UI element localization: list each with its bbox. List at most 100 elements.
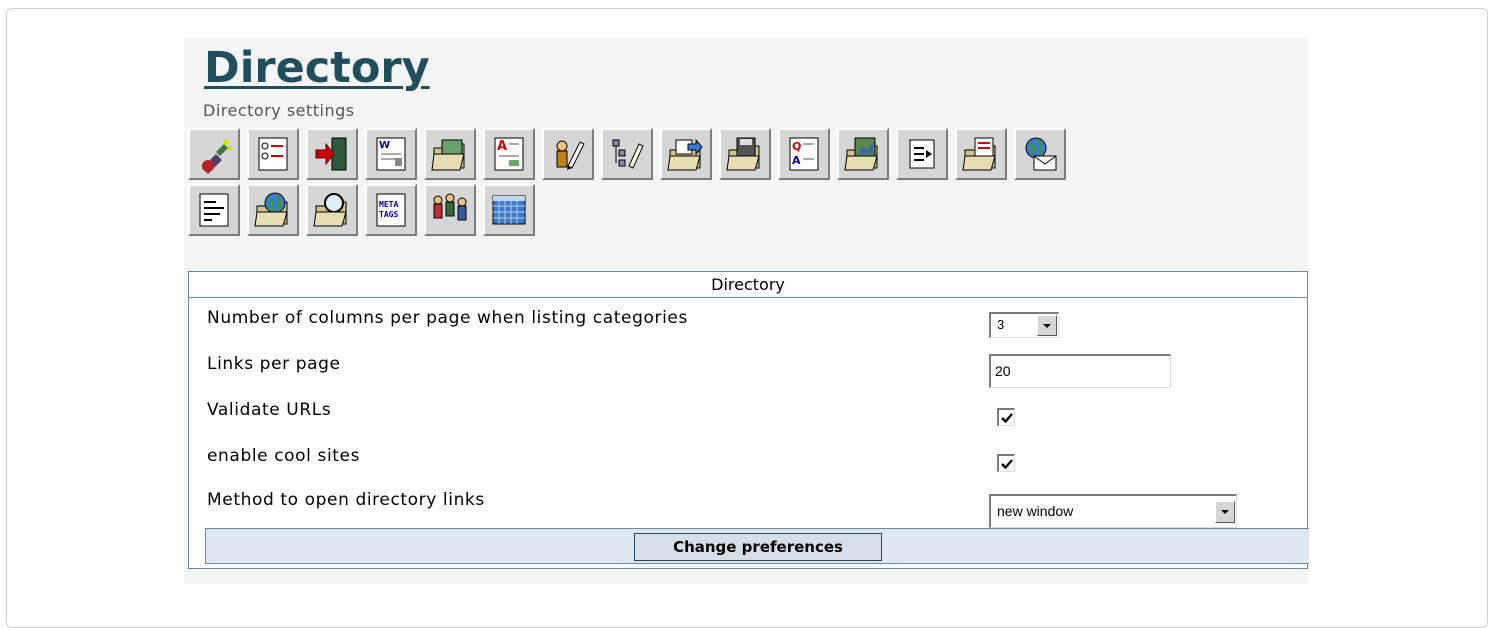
toolbar-button-gallery-folder[interactable] xyxy=(833,126,892,182)
word-document-icon: W xyxy=(364,128,417,180)
toolbar-button-document-folder[interactable] xyxy=(951,126,1010,182)
toolbar-button-folder-export[interactable] xyxy=(656,126,715,182)
login-door-icon xyxy=(305,128,358,180)
gallery-folder-icon-glyph xyxy=(843,137,878,171)
toolbar-button-faq-document[interactable]: QA xyxy=(774,126,833,182)
globe-folder-icon-glyph xyxy=(253,192,288,227)
svg-text:A: A xyxy=(497,139,507,154)
toolbar-button-article-document[interactable]: A xyxy=(479,126,538,182)
admin-wand-icon xyxy=(187,128,240,180)
faq-document-icon-glyph: QA xyxy=(789,137,818,171)
checkmark-icon xyxy=(1000,458,1013,469)
setting-label: enable cool sites xyxy=(207,446,361,466)
cool-sites-checkbox[interactable] xyxy=(997,454,1015,472)
toolbar-button-login-door[interactable] xyxy=(302,126,361,182)
table-header: Directory xyxy=(189,272,1307,298)
setting-label: Links per page xyxy=(207,354,341,374)
document-folder-icon-glyph xyxy=(961,137,996,171)
checkmark-icon xyxy=(1000,412,1013,423)
admin-wand-icon-glyph xyxy=(201,139,232,174)
page-title[interactable]: Directory xyxy=(204,42,430,94)
faq-document-icon: QA xyxy=(777,128,830,180)
setting-label: Method to open directory links xyxy=(207,490,485,510)
image-folder-icon-glyph xyxy=(430,139,465,171)
toolbar-button-users-group[interactable] xyxy=(420,182,479,238)
user-edit-icon-glyph xyxy=(556,140,585,170)
svg-text:META: META xyxy=(379,200,398,209)
open-method-select[interactable]: new window xyxy=(989,494,1237,528)
setting-row-open-method: Method to open directory links new windo… xyxy=(189,480,1307,528)
admin-toolbar: WAQA META TAGS xyxy=(184,126,1308,238)
toolbar-button-structure-edit[interactable] xyxy=(597,126,656,182)
redirect-icon xyxy=(895,128,948,180)
toolbar-button-text-lines[interactable] xyxy=(184,182,243,238)
text-lines-icon-glyph xyxy=(199,193,228,227)
chevron-down-icon[interactable] xyxy=(1215,501,1235,523)
calendar-grid-icon-glyph xyxy=(492,195,525,225)
toolbar-button-word-document[interactable]: W xyxy=(361,126,420,182)
toolbar-button-admin-wand[interactable] xyxy=(184,126,243,182)
gallery-folder-icon xyxy=(836,128,889,180)
toolbar-button-image-folder[interactable] xyxy=(420,126,479,182)
toolbar-button-globe-folder[interactable] xyxy=(243,182,302,238)
setting-row-links-per-page: Links per page 20 xyxy=(189,344,1307,390)
structure-edit-icon xyxy=(600,128,653,180)
structure-edit-icon-glyph xyxy=(612,139,644,169)
newsletter-globe-icon xyxy=(1013,128,1066,180)
newsletter-globe-icon-glyph xyxy=(1025,137,1056,171)
redirect-icon-glyph xyxy=(909,139,934,169)
calendar-grid-icon xyxy=(482,184,535,236)
toolbar-row-1: WAQA xyxy=(184,126,1308,182)
users-group-icon xyxy=(423,184,476,236)
toolbar-button-calendar-grid[interactable] xyxy=(479,182,538,238)
svg-text:W: W xyxy=(379,140,390,151)
folder-export-icon-glyph xyxy=(666,138,703,171)
article-document-icon: A xyxy=(482,128,535,180)
setting-label: Validate URLs xyxy=(207,400,332,420)
list-options-icon xyxy=(246,128,299,180)
setting-row-cool-sites: enable cool sites xyxy=(189,436,1307,482)
open-method-select-value: new window xyxy=(997,503,1074,519)
svg-text:Q: Q xyxy=(792,140,801,153)
folder-export-icon xyxy=(659,128,712,180)
table-footer: Change preferences xyxy=(205,528,1309,564)
setting-row-columns: Number of columns per page when listing … xyxy=(189,298,1307,344)
chevron-down-icon[interactable] xyxy=(1037,315,1057,336)
text-lines-icon xyxy=(187,184,240,236)
toolbar-row-2: META TAGS xyxy=(184,182,1308,238)
toolbar-button-user-edit[interactable] xyxy=(538,126,597,182)
users-group-icon-glyph xyxy=(433,193,466,221)
svg-text:A: A xyxy=(792,154,801,167)
word-document-icon-glyph: W xyxy=(376,137,405,171)
links-per-page-input[interactable]: 20 xyxy=(989,354,1171,388)
meta-tags-icon: META TAGS xyxy=(364,184,417,236)
globe-folder-icon xyxy=(246,184,299,236)
search-folder-icon xyxy=(305,184,358,236)
folder-save-icon-glyph xyxy=(725,137,760,171)
setting-label: Number of columns per page when listing … xyxy=(207,308,688,328)
search-folder-icon-glyph xyxy=(312,193,347,227)
article-document-icon-glyph: A xyxy=(494,137,523,171)
columns-select-value: 3 xyxy=(997,317,1005,332)
toolbar-button-redirect[interactable] xyxy=(892,126,951,182)
list-options-icon-glyph xyxy=(258,137,287,171)
document-folder-icon xyxy=(954,128,1007,180)
change-preferences-button[interactable]: Change preferences xyxy=(634,533,882,561)
toolbar-button-list-options[interactable] xyxy=(243,126,302,182)
columns-select-box[interactable]: 3 xyxy=(989,312,1059,338)
login-door-icon-glyph xyxy=(315,137,346,171)
folder-save-icon xyxy=(718,128,771,180)
toolbar-button-newsletter-globe[interactable] xyxy=(1010,126,1069,182)
validate-urls-checkbox[interactable] xyxy=(997,408,1015,426)
directory-settings-table: Directory Number of columns per page whe… xyxy=(188,271,1309,569)
toolbar-button-meta-tags[interactable]: META TAGS xyxy=(361,182,420,238)
image-folder-icon xyxy=(423,128,476,180)
meta-tags-icon-glyph: METATAGS xyxy=(376,193,405,227)
svg-text:TAGS: TAGS xyxy=(379,210,398,219)
toolbar-button-folder-save[interactable] xyxy=(715,126,774,182)
setting-row-validate-urls: Validate URLs xyxy=(189,390,1307,436)
user-edit-icon xyxy=(541,128,594,180)
toolbar-button-search-folder[interactable] xyxy=(302,182,361,238)
page-subtitle: Directory settings xyxy=(203,101,355,120)
content-panel: Directory Directory settings WAQA META TA… xyxy=(184,38,1309,584)
